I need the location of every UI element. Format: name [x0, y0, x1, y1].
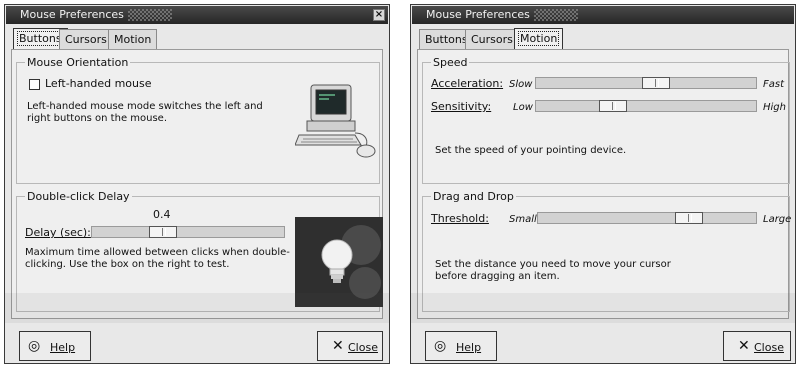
titlebar-grip	[534, 9, 578, 21]
drag-and-drop-frame: Drag and Drop Threshold: Small Large Set…	[422, 190, 792, 312]
tab-label: Buttons	[17, 31, 64, 46]
help-button[interactable]: ◎ Help	[425, 331, 497, 361]
acceleration-label: Acceleration:	[431, 77, 504, 90]
threshold-max-label: Large	[763, 214, 792, 225]
motion-tab-pane: Speed Acceleration: Slow Fast Sensitivit…	[417, 49, 792, 319]
delay-description-line2: clicking. Use the box on the right to te…	[25, 259, 230, 270]
threshold-min-label: Small	[509, 214, 537, 225]
drag-description-line2: before dragging an item.	[435, 271, 560, 282]
frame-title: Speed	[431, 56, 470, 69]
close-button-label: Close	[754, 341, 784, 354]
mouse-preferences-window-buttons: Mouse Preferences × Buttons Cursors Moti…	[4, 4, 390, 364]
left-handed-label: Left-handed mouse	[45, 77, 152, 90]
close-x-icon: ✕	[332, 338, 344, 354]
tab-label: Cursors	[65, 33, 107, 46]
help-lifebuoy-icon: ◎	[28, 338, 41, 354]
window-title: Mouse Preferences	[426, 8, 530, 21]
delay-value-readout: 0.4	[153, 208, 171, 221]
frame-title: Double-click Delay	[25, 190, 132, 203]
help-button-label: Help	[456, 341, 482, 354]
sensitivity-max-label: High	[763, 102, 786, 113]
mouse-preferences-window-motion: Mouse Preferences Buttons Cursors Motion…	[410, 4, 796, 364]
tab-label: Motion	[518, 31, 560, 46]
close-button[interactable]: ✕ Close	[723, 331, 791, 361]
computer-mouse-icon	[295, 84, 376, 158]
slider-thumb[interactable]	[149, 226, 177, 238]
close-button-label: Close	[348, 341, 378, 354]
tab-label: Buttons	[425, 33, 468, 46]
delay-slider[interactable]	[91, 226, 285, 238]
speed-description: Set the speed of your pointing device.	[435, 145, 627, 156]
tab-label: Motion	[114, 33, 152, 46]
delay-slider-label: Delay (sec):	[25, 226, 91, 239]
tab-cursors[interactable]: Cursors	[59, 29, 113, 49]
slider-thumb[interactable]	[642, 77, 670, 89]
tab-cursors[interactable]: Cursors	[465, 29, 519, 49]
delay-description-line1: Maximum time allowed between clicks when…	[25, 247, 290, 258]
help-lifebuoy-icon: ◎	[434, 338, 447, 354]
acceleration-min-label: Slow	[509, 79, 533, 90]
acceleration-max-label: Fast	[763, 79, 785, 90]
window-close-icon[interactable]: ×	[373, 9, 385, 21]
frame-title: Drag and Drop	[431, 190, 516, 203]
window-title: Mouse Preferences	[20, 8, 124, 21]
sensitivity-slider[interactable]	[535, 100, 757, 112]
mouse-orientation-frame: Mouse Orientation Left-handed mouse Left…	[16, 56, 380, 184]
title-bar[interactable]: Mouse Preferences	[412, 6, 794, 24]
left-handed-checkbox[interactable]	[29, 79, 40, 90]
orientation-description-line2: right buttons on the mouse.	[27, 113, 168, 124]
slider-thumb[interactable]	[599, 100, 627, 112]
close-x-icon: ✕	[738, 338, 750, 354]
close-button[interactable]: ✕ Close	[317, 331, 383, 361]
tab-motion[interactable]: Motion	[514, 28, 564, 50]
sensitivity-label: Sensitivity:	[431, 100, 492, 113]
frame-title: Mouse Orientation	[25, 56, 131, 69]
threshold-label: Threshold:	[431, 212, 489, 225]
orientation-description-line1: Left-handed mouse mode switches the left…	[27, 101, 263, 112]
acceleration-slider[interactable]	[535, 77, 757, 89]
titlebar-grip	[128, 9, 172, 21]
help-button-label: Help	[50, 341, 76, 354]
speed-frame: Speed Acceleration: Slow Fast Sensitivit…	[422, 56, 790, 184]
lightbulb-icon	[321, 239, 353, 283]
help-button[interactable]: ◎ Help	[19, 331, 91, 361]
tab-motion[interactable]: Motion	[108, 29, 158, 49]
buttons-tab-pane: Mouse Orientation Left-handed mouse Left…	[11, 49, 383, 319]
double-click-test-area[interactable]	[295, 217, 383, 307]
title-bar[interactable]: Mouse Preferences ×	[6, 6, 388, 24]
drag-description-line1: Set the distance you need to move your c…	[435, 259, 671, 270]
double-click-delay-frame: Double-click Delay 0.4 Delay (sec): Maxi…	[16, 190, 383, 312]
sensitivity-min-label: Low	[513, 102, 533, 113]
slider-thumb[interactable]	[675, 212, 703, 224]
tab-label: Cursors	[471, 33, 513, 46]
threshold-slider[interactable]	[537, 212, 757, 224]
